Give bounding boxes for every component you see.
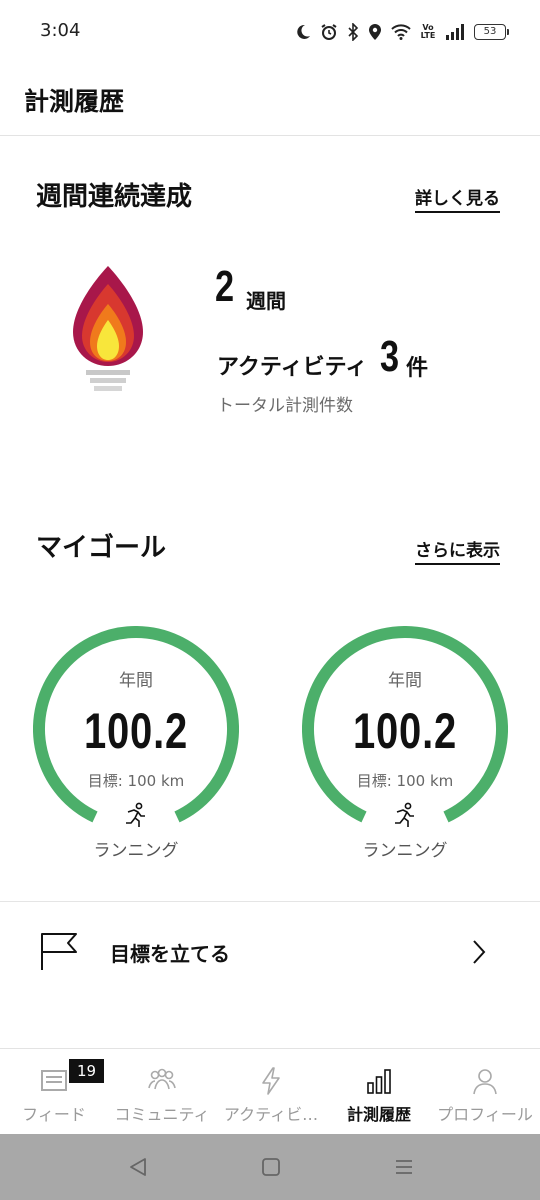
nav-stats[interactable]: 計測履歴: [336, 1049, 422, 1135]
running-icon: [126, 802, 145, 827]
nav-label: フィード: [22, 1105, 86, 1124]
status-time: 3:04: [40, 20, 81, 41]
set-goal-button[interactable]: 目標を立てる: [0, 902, 540, 1002]
stats-bars-icon: [367, 1069, 391, 1094]
goal-period: 年間: [119, 671, 153, 691]
weekly-streak-title: 週間連続達成: [36, 182, 193, 212]
battery-icon: 53: [474, 24, 509, 40]
back-icon[interactable]: [128, 1157, 148, 1177]
home-icon[interactable]: [261, 1157, 281, 1177]
location-icon: [369, 24, 381, 40]
page-title: 計測履歴: [24, 87, 125, 116]
activity-bolt-icon: [262, 1067, 280, 1095]
nav-feed[interactable]: 19 フィード: [14, 1049, 104, 1135]
recents-icon[interactable]: [394, 1157, 414, 1177]
nav-label: プロフィール: [437, 1105, 533, 1124]
running-icon: [395, 802, 414, 827]
nav-profile[interactable]: プロフィール: [430, 1049, 540, 1135]
community-icon: [148, 1068, 176, 1090]
set-goal-label: 目標を立てる: [110, 942, 230, 966]
streak-weeks-value: 2: [215, 262, 235, 311]
app-header: 計測履歴: [0, 62, 540, 136]
nav-label: アクティビ…: [223, 1105, 319, 1124]
nav-community[interactable]: コミュニティ: [108, 1049, 216, 1135]
my-goals-more-link[interactable]: さらに表示: [415, 536, 500, 565]
goal-target: 目標: 100 km: [356, 772, 454, 790]
activity-count-subtitle: トータル計測件数: [217, 396, 353, 416]
activity-count-label: アクティビティ: [217, 355, 368, 380]
goal-value: 100.2: [352, 703, 458, 759]
moon-icon: [297, 24, 310, 39]
goal-card[interactable]: 年間 100.2 目標: 100 km ランニング: [302, 626, 508, 866]
status-icons: Vo LTE 53: [295, 20, 509, 44]
system-nav-bar: [0, 1134, 540, 1200]
goal-value: 100.2: [83, 703, 189, 759]
goal-activity-type: ランニング: [93, 841, 179, 861]
status-bar: 3:04 Vo LTE 53: [0, 0, 540, 62]
nav-label: 計測履歴: [346, 1105, 411, 1124]
activity-count-value: 3: [380, 332, 400, 381]
nav-activity[interactable]: アクティビ…: [216, 1049, 326, 1135]
goal-activity-type: ランニング: [362, 841, 448, 861]
streak-weeks-unit: 週間: [246, 289, 286, 313]
flag-icon: [41, 933, 77, 970]
activity-count-unit: 件: [406, 356, 429, 381]
goal-period: 年間: [388, 671, 422, 691]
torch-flame-icon: [73, 266, 143, 391]
goal-target: 目標: 100 km: [87, 772, 185, 790]
feed-icon: [41, 1070, 67, 1091]
nav-label: コミュニティ: [114, 1105, 210, 1124]
goal-card[interactable]: 年間 100.2 目標: 100 km ランニング: [33, 626, 239, 866]
volte-indicator: Vo LTE: [420, 23, 436, 40]
alarm-icon: [321, 24, 337, 40]
bluetooth-icon: [348, 23, 359, 41]
wifi-icon: [391, 24, 411, 40]
bottom-nav: 19 フィード コミュニティ アクティビ… 計測履歴 プロフィール: [0, 1048, 540, 1134]
profile-icon: [473, 1069, 497, 1095]
my-goals-title: マイゴール: [36, 533, 167, 563]
chevron-right-icon: [473, 940, 486, 964]
signal-icon: [446, 24, 464, 40]
feed-badge: 19: [69, 1059, 104, 1083]
weekly-streak-details-link[interactable]: 詳しく見る: [415, 184, 500, 213]
